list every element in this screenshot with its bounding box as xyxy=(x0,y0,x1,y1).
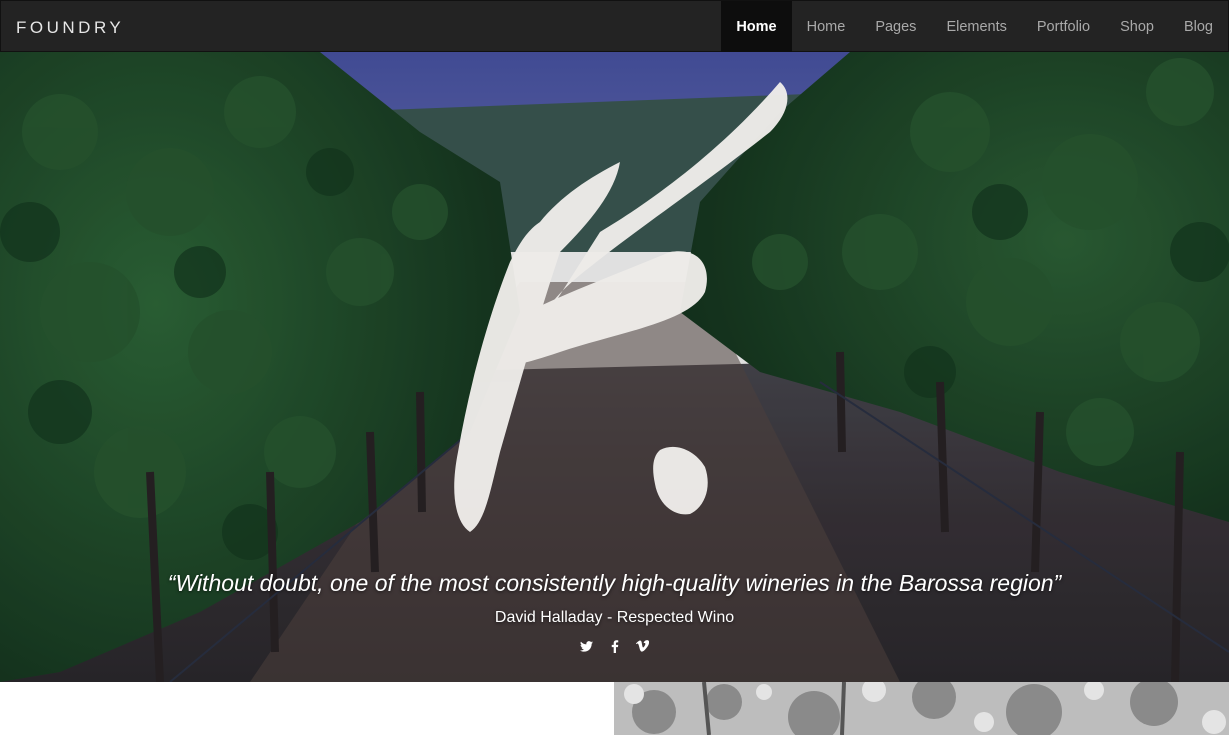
nav-item-shop[interactable]: Shop xyxy=(1105,1,1169,52)
twitter-icon[interactable] xyxy=(580,638,594,654)
site-logo[interactable]: FOUNDRY xyxy=(16,1,124,53)
top-navbar: FOUNDRY Home Home Pages Elements Portfol… xyxy=(0,0,1229,52)
nav-item-blog[interactable]: Blog xyxy=(1169,1,1228,52)
social-links xyxy=(0,638,1229,654)
nav-item-pages[interactable]: Pages xyxy=(860,1,931,52)
nav-item-elements[interactable]: Elements xyxy=(931,1,1021,52)
testimonial-quote: “Without doubt, one of the most consiste… xyxy=(167,570,1062,596)
grayscale-tree-image xyxy=(614,682,1229,735)
nav-item-portfolio[interactable]: Portfolio xyxy=(1022,1,1105,52)
testimonial-author: David Halladay - Respected Wino xyxy=(494,609,735,626)
facebook-icon[interactable] xyxy=(608,638,622,654)
content-section-left xyxy=(0,682,614,735)
main-menu: Home Home Pages Elements Portfolio Shop … xyxy=(721,1,1228,52)
vimeo-icon[interactable] xyxy=(636,638,650,654)
nav-item-home-active[interactable]: Home xyxy=(721,1,792,52)
nav-item-home[interactable]: Home xyxy=(792,1,861,52)
hero-section: “Without doubt, one of the most consiste… xyxy=(0,52,1229,682)
